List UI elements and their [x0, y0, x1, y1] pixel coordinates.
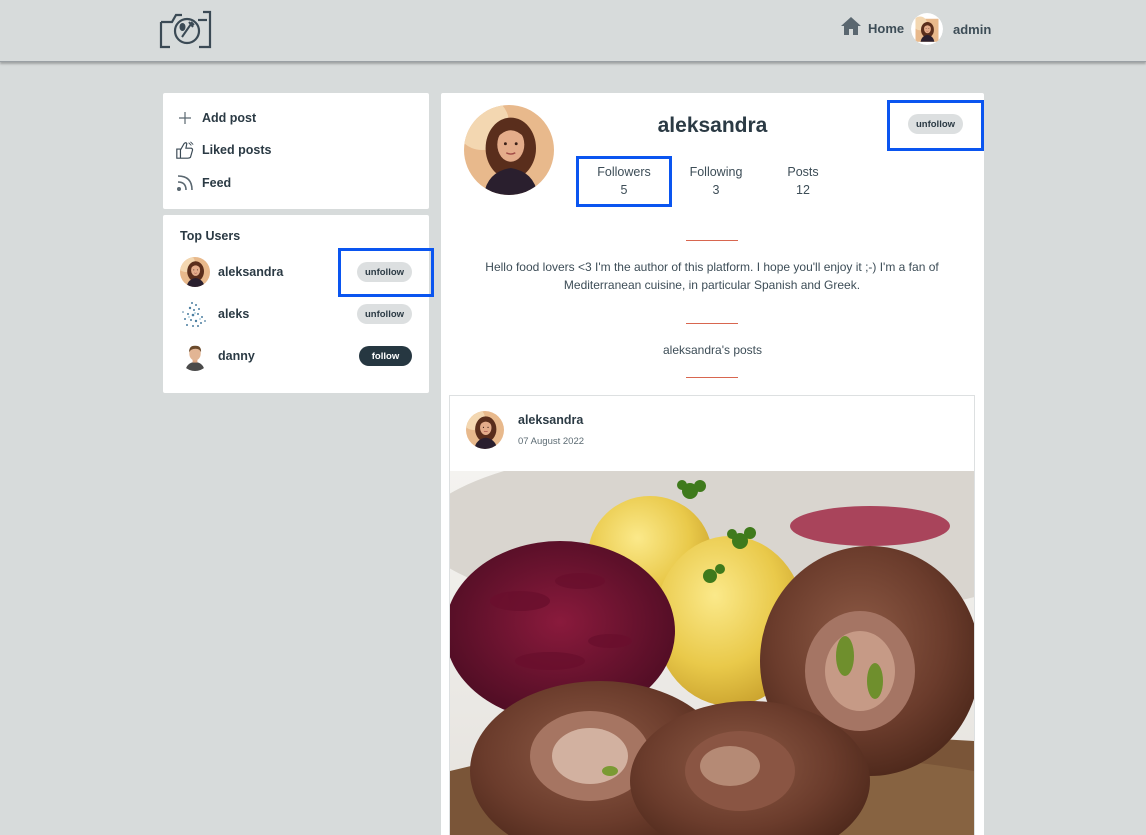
- thumbs-up-icon: [175, 140, 195, 160]
- camera-fork-logo[interactable]: [158, 9, 220, 51]
- home-link[interactable]: Home: [840, 16, 905, 41]
- sidebar-item-label: Add post: [202, 111, 257, 125]
- top-user-name[interactable]: aleksandra: [218, 265, 283, 279]
- top-user-name[interactable]: aleks: [218, 307, 249, 321]
- highlight-box-followers: [576, 156, 672, 207]
- post-date: 07 August 2022: [518, 436, 585, 447]
- profile-panel: aleksandra unfollow Followers 5 Followin…: [441, 93, 984, 835]
- post-card[interactable]: aleksandra 07 August 2022: [449, 395, 975, 835]
- rss-icon: [175, 173, 195, 193]
- admin-avatar: [911, 13, 943, 45]
- post-author-name[interactable]: aleksandra: [518, 413, 583, 427]
- sidebar-item-label: Liked posts: [202, 143, 272, 157]
- top-user-name[interactable]: danny: [218, 349, 255, 363]
- user-avatar[interactable]: [180, 341, 210, 371]
- following-count: 3: [712, 183, 720, 197]
- highlight-box-top-user-unfollow: [338, 248, 434, 297]
- top-users-title: Top Users: [180, 229, 241, 243]
- user-avatar[interactable]: [180, 299, 210, 329]
- sidebar-item-add-post[interactable]: Add post: [175, 107, 256, 129]
- divider: [686, 323, 738, 324]
- user-menu[interactable]: admin: [911, 13, 991, 45]
- home-label: Home: [868, 20, 905, 36]
- user-avatar[interactable]: [180, 257, 210, 287]
- divider: [686, 377, 738, 378]
- plus-icon: [175, 108, 195, 128]
- top-user-row: aleks unfollow: [180, 298, 412, 330]
- sidebar-item-feed[interactable]: Feed: [175, 172, 231, 194]
- following-stat[interactable]: Following 3: [671, 163, 761, 199]
- follow-button[interactable]: follow: [359, 346, 412, 366]
- posts-label: Posts: [787, 165, 819, 179]
- posts-stat: Posts 12: [758, 163, 848, 199]
- profile-bio: Hello food lovers <3 I'm the author of t…: [485, 260, 939, 292]
- username-label: admin: [953, 21, 992, 37]
- sidebar-menu: Add post Liked posts Feed: [163, 93, 429, 209]
- unfollow-button[interactable]: unfollow: [357, 304, 412, 324]
- home-icon: [840, 16, 862, 41]
- post-food-image[interactable]: [450, 471, 974, 835]
- highlight-box-profile-unfollow: [887, 100, 984, 151]
- sidebar-item-label: Feed: [202, 176, 232, 190]
- posts-count: 12: [796, 183, 810, 197]
- post-author-avatar[interactable]: [466, 411, 504, 449]
- top-navbar: Home admin: [0, 0, 1146, 62]
- sidebar-item-liked-posts[interactable]: Liked posts: [175, 139, 271, 161]
- following-label: Following: [689, 165, 743, 179]
- top-user-row: danny follow: [180, 340, 412, 372]
- divider: [686, 240, 738, 241]
- top-users-panel: Top Users aleksandra unfollow aleks unfo…: [163, 215, 429, 393]
- posts-section-title: aleksandra's posts: [662, 343, 762, 357]
